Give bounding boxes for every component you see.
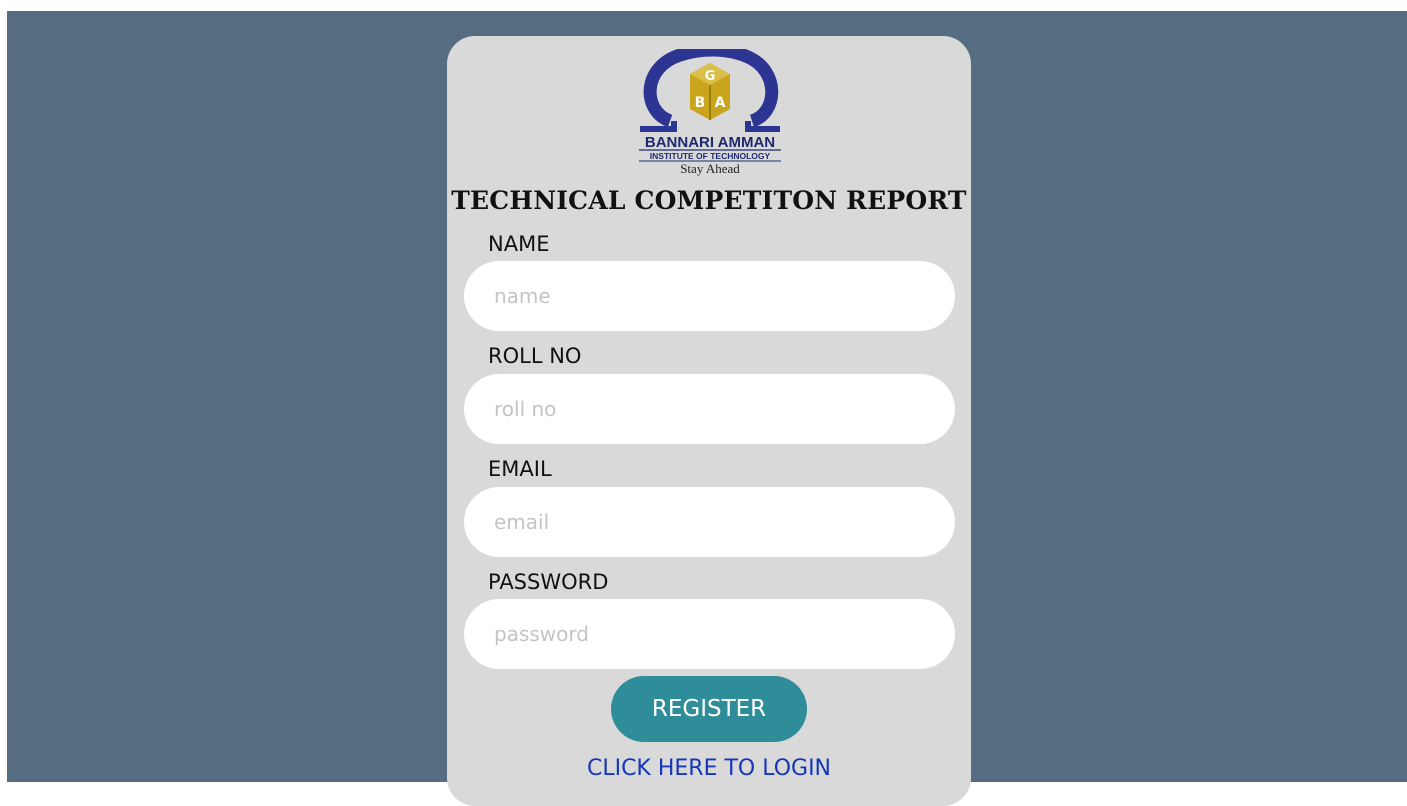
- page-background: G B A BANNARI AMMAN INSTITUTE OF TECHNOL…: [7, 11, 1407, 806]
- svg-text:A: A: [715, 95, 726, 111]
- password-label: PASSWORD: [488, 570, 609, 594]
- roll-no-label: ROLL NO: [488, 344, 582, 368]
- login-link[interactable]: CLICK HERE TO LOGIN: [447, 756, 971, 781]
- name-label: NAME: [488, 232, 550, 256]
- svg-text:G: G: [705, 69, 716, 84]
- roll-no-input[interactable]: [464, 374, 955, 444]
- name-input[interactable]: [464, 261, 955, 331]
- svg-text:BANNARI AMMAN: BANNARI AMMAN: [645, 134, 775, 151]
- register-button[interactable]: REGISTER: [611, 676, 807, 742]
- registration-card: G B A BANNARI AMMAN INSTITUTE OF TECHNOL…: [447, 36, 971, 806]
- email-label: EMAIL: [488, 457, 552, 481]
- svg-text:INSTITUTE OF TECHNOLOGY: INSTITUTE OF TECHNOLOGY: [650, 151, 771, 161]
- institute-logo: G B A BANNARI AMMAN INSTITUTE OF TECHNOL…: [447, 36, 971, 186]
- page-title: TECHNICAL COMPETITON REPORT: [451, 186, 967, 215]
- institute-emblem-icon: G B A BANNARI AMMAN INSTITUTE OF TECHNOL…: [639, 49, 781, 176]
- svg-text:Stay Ahead: Stay Ahead: [680, 161, 740, 176]
- email-input[interactable]: [464, 487, 955, 557]
- password-input[interactable]: [464, 599, 955, 669]
- svg-text:B: B: [695, 95, 706, 111]
